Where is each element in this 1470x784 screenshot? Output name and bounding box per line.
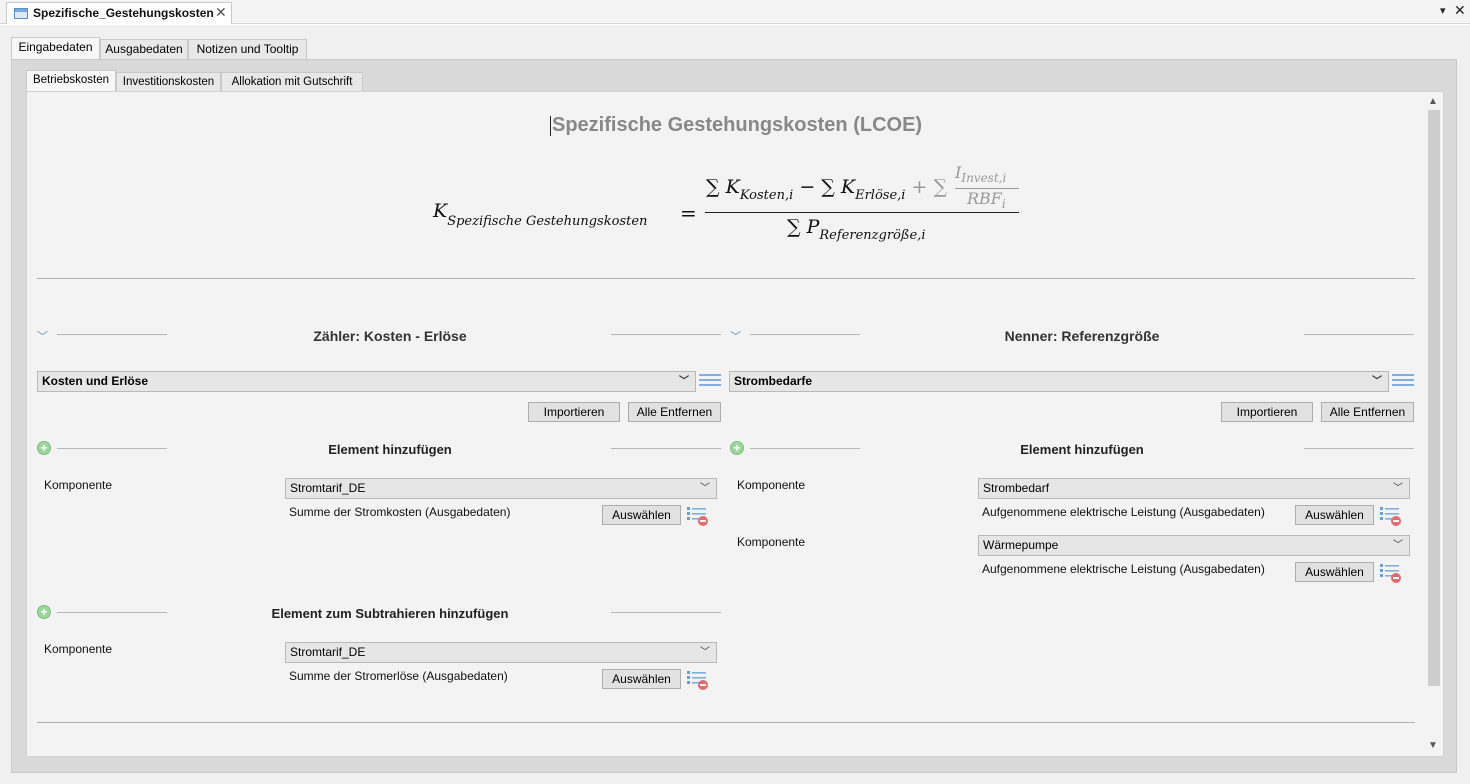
pin-remove-icon[interactable] — [1379, 505, 1403, 527]
formula-lhs-base: K — [433, 200, 448, 222]
component-select-value: Stromtarif_DE — [290, 481, 366, 495]
section-line — [1304, 448, 1414, 449]
nenner-list-select[interactable]: Strombedarfe ﹀ — [729, 371, 1389, 392]
section-line — [611, 334, 721, 335]
chevron-down-icon: ﹀ — [1393, 483, 1403, 494]
section-line — [750, 448, 860, 449]
formula-lhs: KSpezifische Gestehungskosten — [433, 200, 647, 229]
list-icon[interactable] — [1392, 374, 1414, 390]
component-select-value: Stromtarif_DE — [290, 645, 366, 659]
tab-investitionskosten[interactable]: Investitionskosten — [116, 72, 221, 92]
pin-remove-icon[interactable] — [686, 669, 710, 691]
add-element-title: Element hinzufügen — [1020, 442, 1144, 457]
section-title-zaehler: Zähler: Kosten - Erlöse — [313, 328, 467, 344]
chevron-down-icon[interactable]: ﹀ — [37, 328, 48, 344]
nenner-list-value: Strombedarfe — [734, 374, 813, 388]
add-circle-icon[interactable]: + — [37, 441, 51, 455]
select-button[interactable]: Auswählen — [602, 669, 681, 689]
import-button[interactable]: Importieren — [528, 402, 620, 422]
tab-betriebskosten[interactable]: Betriebskosten — [26, 70, 116, 92]
tab-allokation-gutschrift[interactable]: Allokation mit Gutschrift — [221, 72, 363, 92]
chevron-down-icon: ﹀ — [679, 376, 689, 387]
scroll-up-icon[interactable]: ▲ — [1428, 96, 1438, 107]
component-select[interactable]: Strombedarf ﹀ — [978, 478, 1410, 499]
num-minus: − — [799, 176, 816, 198]
invest-den-base: RBF — [967, 189, 1002, 208]
num-term2-sub: Erlöse,i — [855, 188, 906, 203]
component-description: Summe der Stromkosten (Ausgabedaten) — [289, 505, 511, 519]
invest-numerator: IInvest,i — [955, 163, 1007, 185]
invest-den-sub: i — [1001, 197, 1006, 211]
num-term1-base: ∑ K — [706, 176, 740, 198]
view-menu-icon[interactable]: ▾ — [1440, 4, 1446, 17]
section-line — [1304, 334, 1414, 335]
select-button[interactable]: Auswählen — [1295, 562, 1374, 582]
section-line — [611, 612, 721, 613]
remove-all-button[interactable]: Alle Entfernen — [628, 402, 721, 422]
chevron-down-icon: ﹀ — [700, 483, 710, 494]
section-line — [57, 612, 167, 613]
section-title-nenner: Nenner: Referenzgröße — [1004, 328, 1160, 344]
component-description: Summe der Stromerlöse (Ausgabedaten) — [289, 669, 508, 683]
document-tab[interactable]: Spezifische_Gestehungskosten ✕ — [6, 2, 232, 24]
chevron-down-icon: ﹀ — [700, 647, 710, 658]
section-line — [57, 448, 167, 449]
invest-num-sub: Invest,i — [961, 171, 1007, 185]
pin-remove-icon[interactable] — [1379, 562, 1403, 584]
component-select-value: Strombedarf — [983, 481, 1050, 495]
separator-bottom — [37, 722, 1415, 723]
tab-ausgabedaten[interactable]: Ausgabedaten — [100, 39, 188, 59]
component-label: Komponente — [44, 478, 113, 492]
window-icon — [14, 8, 28, 19]
section-line — [750, 334, 860, 335]
add-circle-icon[interactable]: + — [37, 605, 51, 619]
chevron-down-icon: ﹀ — [1372, 376, 1382, 387]
den-base: ∑ P — [787, 216, 820, 238]
formula-denominator: ∑ PReferenzgröße,i — [787, 216, 926, 243]
formula-equals: = — [680, 201, 697, 225]
select-button[interactable]: Auswählen — [1295, 505, 1374, 525]
den-sub: Referenzgröße,i — [819, 228, 926, 243]
add-circle-icon[interactable]: + — [730, 441, 744, 455]
invest-denominator: RBFi — [967, 189, 1006, 211]
component-description: Aufgenommene elektrische Leistung (Ausga… — [982, 505, 1265, 519]
component-description: Aufgenommene elektrische Leistung (Ausga… — [982, 562, 1265, 576]
section-line — [57, 334, 167, 335]
subtract-element-title: Element zum Subtrahieren hinzufügen — [271, 606, 509, 621]
text-cursor — [550, 116, 551, 136]
section-line — [611, 448, 721, 449]
add-element-title: Element hinzufügen — [328, 442, 452, 457]
tab-eingabedaten[interactable]: Eingabedaten — [11, 37, 100, 59]
component-label: Komponente — [737, 535, 806, 549]
list-icon[interactable] — [699, 374, 721, 390]
num-term1-sub: Kosten,i — [739, 188, 794, 203]
num-plus-sum: + ∑ — [911, 176, 948, 198]
component-select-value: Wärmepumpe — [983, 538, 1059, 552]
component-label: Komponente — [737, 478, 806, 492]
formula-numerator: ∑ KKosten,i − ∑ KErlöse,i + ∑ — [706, 176, 948, 203]
zaehler-list-select[interactable]: Kosten und Erlöse ﹀ — [37, 371, 696, 392]
formula-lhs-sub: Spezifische Gestehungskosten — [447, 214, 648, 229]
import-button[interactable]: Importieren — [1221, 402, 1313, 422]
scroll-down-icon[interactable]: ▼ — [1428, 740, 1438, 751]
chevron-down-icon: ﹀ — [1393, 540, 1403, 551]
document-tab-title: Spezifische_Gestehungskosten — [33, 6, 214, 20]
component-select[interactable]: Wärmepumpe ﹀ — [978, 535, 1410, 556]
remove-all-button[interactable]: Alle Entfernen — [1321, 402, 1414, 422]
select-button[interactable]: Auswählen — [602, 505, 681, 525]
close-tab-icon[interactable]: ✕ — [215, 4, 227, 21]
pin-remove-icon[interactable] — [686, 505, 710, 527]
zaehler-list-value: Kosten und Erlöse — [42, 374, 149, 388]
main-fraction-bar — [705, 212, 1019, 213]
page-title: Spezifische Gestehungskosten (LCOE) — [552, 114, 923, 136]
close-view-icon[interactable]: ✕ — [1454, 2, 1466, 19]
chevron-down-icon[interactable]: ﹀ — [730, 328, 741, 344]
component-select[interactable]: Stromtarif_DE ﹀ — [285, 642, 717, 663]
component-label: Komponente — [44, 642, 113, 656]
separator-top — [37, 278, 1415, 279]
num-term2-base: ∑ K — [821, 176, 856, 198]
tab-notizen-tooltip[interactable]: Notizen und Tooltip — [188, 39, 307, 59]
scrollbar-thumb[interactable] — [1428, 110, 1440, 686]
component-select[interactable]: Stromtarif_DE ﹀ — [285, 478, 717, 499]
